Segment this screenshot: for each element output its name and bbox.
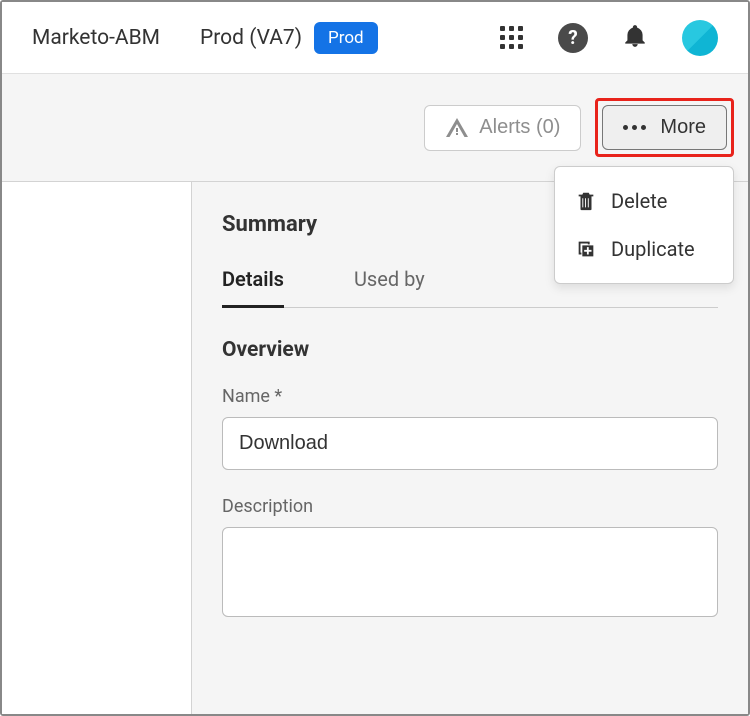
more-button[interactable]: More bbox=[602, 105, 727, 150]
header-bar: Marketo-ABM Prod (VA7) Prod ? bbox=[2, 2, 748, 74]
dots-icon bbox=[623, 125, 646, 130]
warning-icon bbox=[445, 116, 469, 140]
environment-text[interactable]: Prod (VA7) bbox=[200, 26, 302, 50]
duplicate-icon bbox=[575, 238, 597, 260]
delete-menu-item[interactable]: Delete bbox=[555, 177, 733, 225]
brand-name: Marketo-ABM bbox=[32, 26, 160, 50]
more-dropdown: Delete Duplicate bbox=[554, 166, 734, 284]
description-label: Description bbox=[222, 496, 718, 517]
name-label: Name * bbox=[222, 386, 718, 407]
tab-used-by[interactable]: Used by bbox=[354, 267, 425, 307]
action-bar: Alerts (0) More Delete Duplicate bbox=[2, 74, 748, 182]
more-highlight-box: More bbox=[595, 98, 734, 157]
alerts-label: Alerts (0) bbox=[479, 116, 560, 139]
duplicate-label: Duplicate bbox=[611, 237, 695, 261]
alerts-button[interactable]: Alerts (0) bbox=[424, 105, 581, 151]
overview-title: Overview bbox=[222, 338, 718, 362]
left-panel bbox=[2, 182, 192, 714]
description-input[interactable] bbox=[222, 527, 718, 617]
tab-details[interactable]: Details bbox=[222, 267, 284, 307]
name-input[interactable] bbox=[222, 417, 718, 470]
bell-icon[interactable] bbox=[622, 23, 648, 53]
more-label: More bbox=[660, 116, 706, 139]
apps-icon[interactable] bbox=[500, 26, 524, 50]
help-icon[interactable]: ? bbox=[558, 23, 588, 53]
avatar[interactable] bbox=[682, 20, 718, 56]
trash-icon bbox=[575, 190, 597, 212]
environment-badge[interactable]: Prod bbox=[314, 22, 378, 54]
header-icons: ? bbox=[500, 20, 718, 56]
duplicate-menu-item[interactable]: Duplicate bbox=[555, 225, 733, 273]
delete-label: Delete bbox=[611, 189, 667, 213]
